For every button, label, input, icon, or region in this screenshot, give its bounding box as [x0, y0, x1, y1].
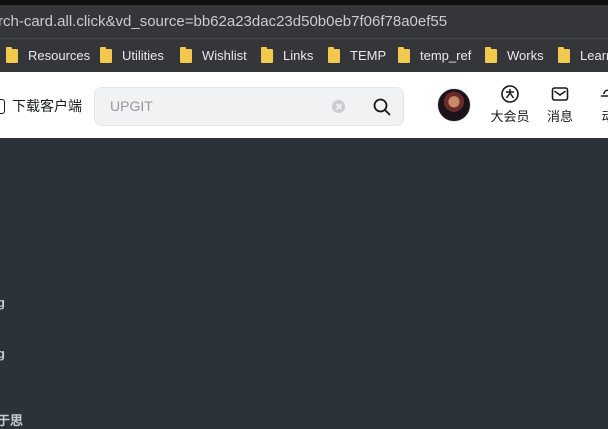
- bookmark-label: Learn: [580, 48, 608, 63]
- folder-icon: [485, 46, 497, 63]
- bookmark-label: Resources: [28, 48, 91, 63]
- bookmark-learn[interactable]: Learn: [558, 39, 608, 72]
- search-box[interactable]: UPGIT: [94, 87, 404, 126]
- folder-icon: [180, 46, 192, 63]
- address-bar[interactable]: rch-card.all.click&vd_source=bb62a23dac2…: [0, 5, 608, 38]
- folder-icon: [328, 46, 340, 63]
- folder-icon: [261, 46, 273, 63]
- bookmark-wishlist[interactable]: Wishlist: [180, 39, 247, 72]
- nav-messages-label: 消息: [546, 109, 573, 124]
- site-header: 下载客户端 UPGIT 大会员 消息 动: [0, 72, 608, 138]
- bookmark-resources[interactable]: Resources: [6, 39, 90, 72]
- truncated-text: g: [0, 295, 5, 310]
- bookmark-label: temp_ref: [420, 48, 472, 63]
- bookmark-label: Wishlist: [202, 48, 247, 63]
- avatar[interactable]: [437, 88, 471, 122]
- bookmark-label: Links: [283, 48, 314, 63]
- nav-dynamics[interactable]: 动: [586, 84, 608, 125]
- nav-dynamics-label: 动: [601, 109, 608, 124]
- folder-icon: [398, 46, 410, 63]
- bookmark-label: TEMP: [350, 48, 387, 63]
- nav-vip-label: 大会员: [490, 109, 530, 124]
- bookmark-temp-ref[interactable]: temp_ref: [398, 39, 471, 72]
- truncated-text: g: [0, 346, 5, 361]
- mail-icon: [551, 87, 569, 101]
- bookmark-works[interactable]: Works: [485, 39, 544, 72]
- url-text[interactable]: rch-card.all.click&vd_source=bb62a23dac2…: [0, 5, 447, 38]
- download-client-link[interactable]: 下载客户端: [0, 96, 82, 116]
- vip-icon: [501, 85, 519, 103]
- bookmarks-bar: Resources Utilities Wishlist Links TEMP …: [0, 38, 608, 72]
- folder-icon: [6, 46, 18, 63]
- folder-icon: [100, 46, 112, 63]
- folder-icon: [558, 46, 570, 63]
- bookmark-utilities[interactable]: Utilities: [100, 39, 164, 72]
- download-icon: [0, 98, 5, 114]
- page-content: g g 于思: [0, 138, 608, 428]
- bookmark-links[interactable]: Links: [261, 39, 313, 72]
- bookmark-label: Utilities: [122, 48, 164, 63]
- truncated-text: 于思: [0, 413, 24, 428]
- clear-icon[interactable]: [332, 100, 345, 113]
- download-label: 下载客户端: [12, 98, 82, 114]
- nav-vip[interactable]: 大会员: [488, 84, 532, 125]
- bookmark-label: Works: [507, 48, 544, 63]
- search-icon[interactable]: [372, 97, 392, 117]
- nav-messages[interactable]: 消息: [538, 84, 582, 125]
- bookmark-temp[interactable]: TEMP: [328, 39, 386, 72]
- dynamics-icon: [600, 89, 608, 97]
- search-input[interactable]: UPGIT: [110, 98, 153, 114]
